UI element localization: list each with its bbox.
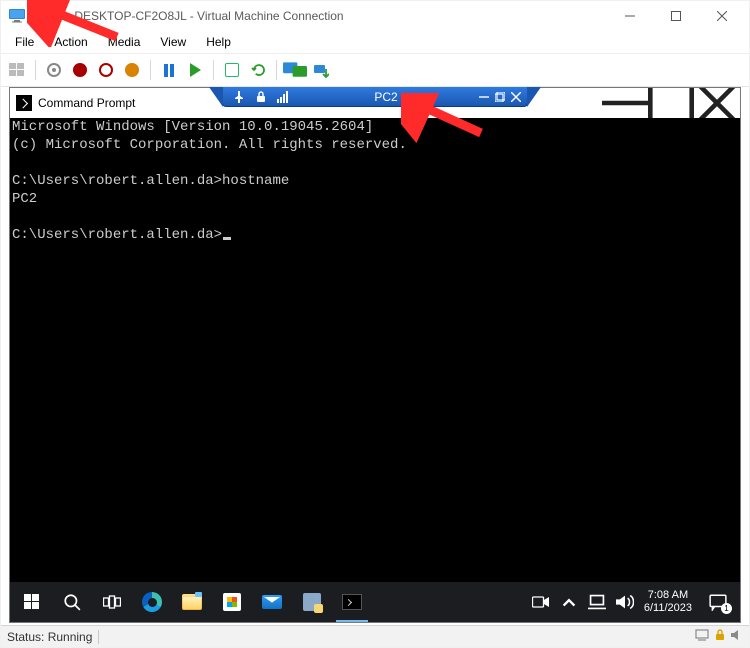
hv-minimize-button[interactable] (607, 1, 653, 31)
tray-overflow-icon[interactable] (560, 593, 578, 611)
cmd-line: C:\Users\robert.allen.da>hostname (12, 173, 289, 189)
pin-icon[interactable] (233, 91, 245, 103)
checkpoint-button[interactable] (220, 58, 244, 82)
vm-taskbar: 7:08 AM 6/11/2023 1 (10, 582, 740, 622)
menu-media[interactable]: Media (98, 33, 151, 51)
clock-date: 6/11/2023 (644, 602, 692, 615)
cmd-line: PC2 (12, 191, 37, 207)
ctrl-alt-del-button[interactable] (5, 58, 29, 82)
taskbar-tray: 7:08 AM 6/11/2023 (526, 589, 698, 615)
hv-maximize-button[interactable] (653, 1, 699, 31)
cmd-window-title: Command Prompt (38, 96, 135, 110)
status-nic-icon (695, 629, 709, 644)
rdp-connection-bar[interactable]: PC2 (222, 87, 528, 107)
hv-status-bar: Status: Running (1, 625, 749, 647)
connbar-minimize-button[interactable] (479, 92, 489, 102)
turnoff-button[interactable] (68, 58, 92, 82)
hv-toolbar (1, 53, 749, 87)
tray-network-icon[interactable] (588, 593, 606, 611)
cmd-prompt-icon (16, 95, 32, 111)
cmd-prompt-line: C:\Users\robert.allen.da> (12, 227, 222, 243)
cmd-line: (c) Microsoft Corporation. All rights re… (12, 137, 407, 153)
cmd-line: Microsoft Windows [Version 10.0.19045.26… (12, 119, 373, 135)
menu-file[interactable]: File (5, 33, 44, 51)
vm-display[interactable]: Command Prompt Microsoft Windows [Versio… (9, 87, 741, 623)
taskbar-cmd-button[interactable] (332, 582, 372, 622)
taskbar-explorer-button[interactable] (172, 582, 212, 622)
taskbar-taskview-button[interactable] (92, 582, 132, 622)
cmd-close-button[interactable] (694, 88, 740, 118)
menu-help[interactable]: Help (196, 33, 241, 51)
hv-titlebar[interactable]: PC1 on DESKTOP-CF2O8JL - Virtual Machine… (1, 1, 749, 31)
share-button[interactable] (309, 58, 333, 82)
taskbar-notifications-button[interactable]: 1 (698, 582, 738, 622)
connection-bar-title: PC2 (299, 90, 473, 104)
cmd-maximize-button[interactable] (648, 88, 694, 118)
status-speaker-icon (731, 629, 743, 644)
start-button[interactable] (42, 58, 66, 82)
menu-action[interactable]: Action (44, 33, 97, 51)
pause-button[interactable] (157, 58, 181, 82)
vm-monitor-icon (9, 9, 25, 23)
connbar-close-button[interactable] (511, 92, 521, 102)
taskbar-mail-button[interactable] (252, 582, 292, 622)
menu-view[interactable]: View (150, 33, 196, 51)
enhanced-session-button[interactable] (283, 58, 307, 82)
cmd-minimize-button[interactable] (602, 88, 648, 118)
taskbar-clock[interactable]: 7:08 AM 6/11/2023 (644, 589, 692, 615)
hv-window-controls (607, 1, 745, 31)
notification-count: 1 (721, 603, 732, 614)
hv-close-button[interactable] (699, 1, 745, 31)
taskbar-edge-button[interactable] (132, 582, 172, 622)
signal-icon (277, 91, 289, 103)
revert-button[interactable] (246, 58, 270, 82)
cmd-body[interactable]: Microsoft Windows [Version 10.0.19045.26… (10, 118, 740, 582)
shutdown-button[interactable] (94, 58, 118, 82)
tray-volume-icon[interactable] (616, 593, 634, 611)
taskbar-devices-button[interactable] (292, 582, 332, 622)
status-lock-icon (715, 629, 725, 644)
tray-meetnow-icon (532, 593, 550, 611)
taskbar-store-button[interactable] (212, 582, 252, 622)
reset-button[interactable] (183, 58, 207, 82)
cmd-cursor (223, 237, 231, 240)
connbar-restore-button[interactable] (495, 92, 505, 102)
hv-menubar: File Action Media View Help (1, 31, 749, 53)
clock-time: 7:08 AM (644, 589, 692, 602)
save-button[interactable] (120, 58, 144, 82)
taskbar-search-button[interactable] (52, 582, 92, 622)
status-text: Status: Running (7, 630, 92, 644)
lock-icon (255, 91, 267, 103)
hv-window-title: PC1 on DESKTOP-CF2O8JL - Virtual Machine… (31, 9, 344, 23)
start-menu-button[interactable] (12, 582, 52, 622)
